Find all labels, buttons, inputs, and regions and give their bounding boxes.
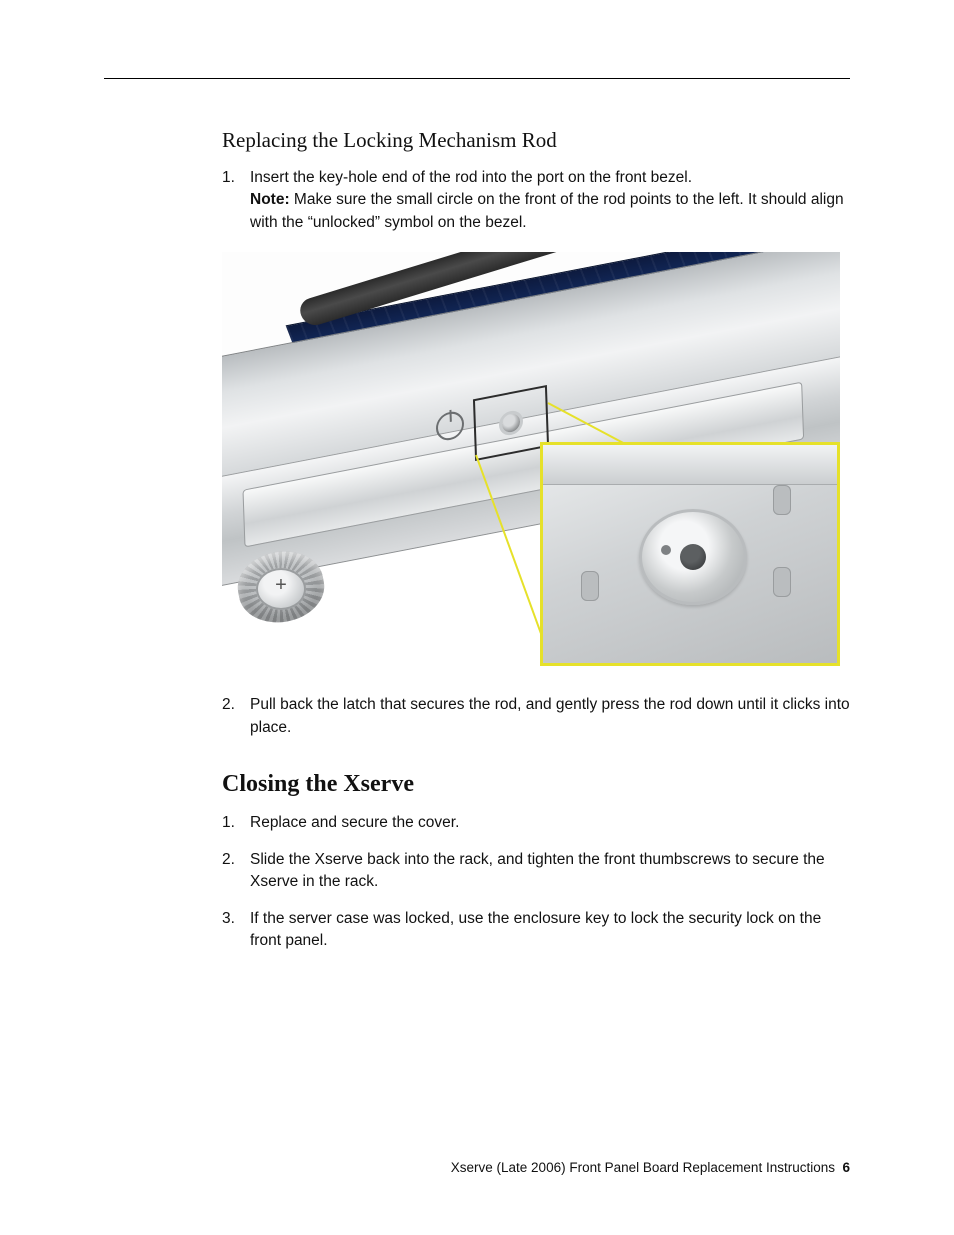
note-label: Note: xyxy=(250,191,290,208)
page: Replacing the Locking Mechanism Rod 1. I… xyxy=(0,0,954,1235)
step-body: Replace and secure the cover. xyxy=(250,812,850,834)
lock-keyhole-icon xyxy=(502,413,521,434)
zoom-inset xyxy=(540,442,840,666)
top-rule xyxy=(104,78,850,79)
step-number: 3. xyxy=(222,908,250,953)
step-body: Insert the key-hole end of the rod into … xyxy=(250,167,850,234)
section-heading: Closing the Xserve xyxy=(222,771,850,798)
page-number: 6 xyxy=(842,1160,850,1175)
step-body: If the server case was locked, use the e… xyxy=(250,908,850,953)
step-number: 1. xyxy=(222,167,250,234)
inset-top-edge xyxy=(543,445,837,485)
list-item: 2. Slide the Xserve back into the rack, … xyxy=(222,849,850,894)
section-subhead: Replacing the Locking Mechanism Rod xyxy=(222,128,850,153)
list-item: 1. Insert the key-hole end of the rod in… xyxy=(222,167,850,234)
list-item: 2. Pull back the latch that secures the … xyxy=(222,694,850,739)
page-footer: Xserve (Late 2006) Front Panel Board Rep… xyxy=(104,1160,850,1175)
steps-list-1b: 2. Pull back the latch that secures the … xyxy=(222,694,850,739)
step-text: If the server case was locked, use the e… xyxy=(250,910,821,949)
step-text: Pull back the latch that secures the rod… xyxy=(250,696,850,735)
step-number: 2. xyxy=(222,849,250,894)
footer-text: Xserve (Late 2006) Front Panel Board Rep… xyxy=(451,1160,835,1175)
lock-symbol-icon xyxy=(773,485,791,515)
list-item: 1. Replace and secure the cover. xyxy=(222,812,850,834)
step-text: Slide the Xserve back into the rack, and… xyxy=(250,851,825,890)
content-column: Replacing the Locking Mechanism Rod 1. I… xyxy=(222,128,850,971)
step-number: 1. xyxy=(222,812,250,834)
step-text: Replace and secure the cover. xyxy=(250,814,459,831)
note-text: Make sure the small circle on the front … xyxy=(250,191,844,230)
step-body: Slide the Xserve back into the rack, and… xyxy=(250,849,850,894)
unlock-symbol-icon xyxy=(581,571,599,601)
step-text: Insert the key-hole end of the rod into … xyxy=(250,169,692,186)
lock-ring-icon xyxy=(639,509,747,605)
lock-symbol-icon xyxy=(773,567,791,597)
step-body: Pull back the latch that secures the rod… xyxy=(250,694,850,739)
figure-xserve-lock-rod xyxy=(222,252,840,666)
list-item: 3. If the server case was locked, use th… xyxy=(222,908,850,953)
steps-list-2: 1. Replace and secure the cover. 2. Slid… xyxy=(222,812,850,952)
thumbscrew-icon xyxy=(238,552,324,648)
steps-list-1a: 1. Insert the key-hole end of the rod in… xyxy=(222,167,850,234)
step-number: 2. xyxy=(222,694,250,739)
